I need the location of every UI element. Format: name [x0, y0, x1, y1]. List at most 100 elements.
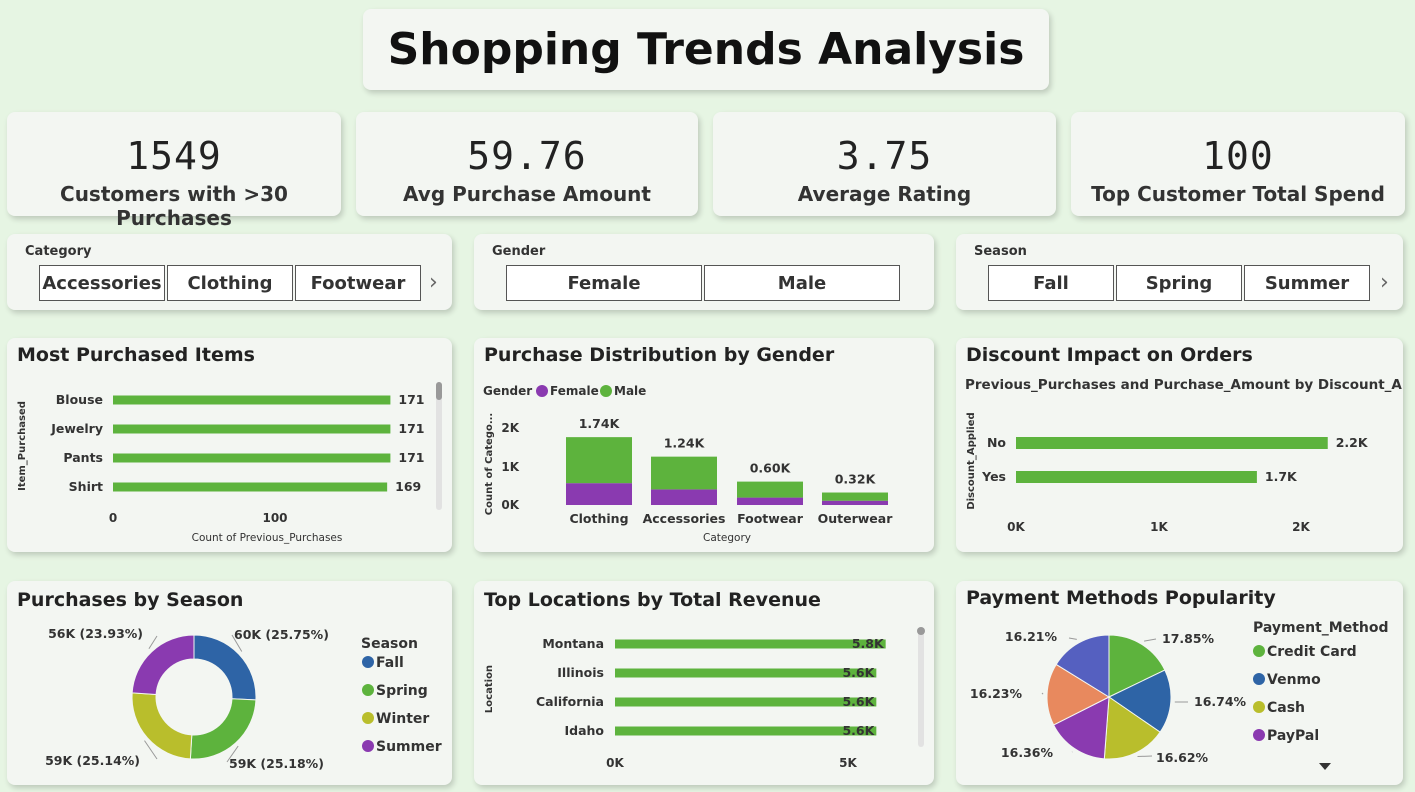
- legend-title: Season: [361, 636, 418, 652]
- kpi-value: 100: [1202, 134, 1274, 178]
- kpi-card-avg-rating[interactable]: 3.75 Average Rating: [713, 112, 1056, 216]
- scrollbar-thumb[interactable]: [436, 382, 442, 400]
- x-tick: 2K: [1292, 520, 1310, 534]
- category-label: Idaho: [564, 723, 604, 738]
- scrollbar-thumb[interactable]: [917, 627, 925, 635]
- slicer-option-accessories[interactable]: Accessories: [39, 265, 165, 301]
- category-label: Shirt: [69, 479, 103, 494]
- most-purchased-visual[interactable]: Most Purchased Items Item_Purchased Blou…: [7, 338, 452, 552]
- legend-dot: [362, 656, 374, 668]
- legend-label: Winter: [376, 711, 429, 727]
- legend-dot: [1253, 673, 1265, 685]
- legend-label: Fall: [376, 655, 404, 671]
- category-label: Montana: [542, 636, 604, 651]
- bar[interactable]: [615, 697, 877, 707]
- leader-line: [1068, 637, 1077, 640]
- leader-line: [1144, 638, 1157, 642]
- category-label: Blouse: [56, 392, 103, 407]
- slicer-title: Gender: [492, 244, 546, 259]
- gender-slicer: Gender Female Male: [474, 234, 934, 310]
- data-label: 5.6K: [842, 665, 875, 680]
- legend-label: Cash: [1267, 700, 1305, 716]
- bar-segment[interactable]: [822, 492, 888, 501]
- y-tick: 1K: [501, 460, 519, 474]
- bar[interactable]: [113, 482, 388, 492]
- y-axis-label: Discount_Applied: [966, 412, 977, 509]
- legend-label: Spring: [376, 683, 428, 699]
- bar[interactable]: [113, 424, 391, 434]
- slice-label: 16.36%: [1001, 745, 1054, 760]
- legend-title: Gender: [483, 384, 532, 398]
- bar[interactable]: [615, 726, 877, 736]
- gender-distribution-visual[interactable]: Purchase Distribution by Gender Gender F…: [474, 338, 934, 552]
- gender-distribution-chart: Gender Female Male Count of Catego... 2K…: [483, 384, 893, 544]
- kpi-card-top-spend[interactable]: 100 Top Customer Total Spend: [1071, 112, 1405, 216]
- discount-impact-chart: Previous_Purchases and Purchase_Amount b…: [965, 377, 1403, 534]
- kpi-label: Average Rating: [797, 182, 972, 206]
- bar[interactable]: [1016, 437, 1328, 449]
- kpi-card-customers[interactable]: 1549 Customers with >30 Purchases: [7, 112, 341, 230]
- slice-label: 16.23%: [970, 686, 1023, 701]
- chevron-right-icon[interactable]: ›: [1380, 270, 1389, 295]
- scrollbar-track[interactable]: [436, 382, 442, 510]
- legend-dot: [362, 684, 374, 696]
- slicer-title: Season: [974, 244, 1027, 259]
- legend-title: Payment_Method: [1253, 620, 1389, 636]
- scrollbar-track[interactable]: [918, 627, 924, 747]
- slicer-option-summer[interactable]: Summer: [1244, 265, 1370, 301]
- kpi-card-avg-purchase[interactable]: 59.76 Avg Purchase Amount: [356, 112, 698, 216]
- season-visual[interactable]: Purchases by Season 60K (25.75%) 59K (25.…: [7, 581, 452, 785]
- x-tick: 0K: [1007, 520, 1025, 534]
- dashboard-title-card: Shopping Trends Analysis: [363, 9, 1049, 90]
- slicer-option-footwear[interactable]: Footwear: [295, 265, 421, 301]
- category-label: Yes: [981, 469, 1006, 484]
- slicer-option-clothing[interactable]: Clothing: [167, 265, 293, 301]
- discount-impact-visual[interactable]: Discount Impact on Orders Previous_Purch…: [956, 338, 1403, 552]
- payment-visual[interactable]: Payment Methods Popularity 17.85% 16.74% 1…: [956, 581, 1403, 785]
- total-label: 1.74K: [579, 416, 621, 431]
- pie-slice[interactable]: [189, 698, 257, 760]
- slice-label: 17.85%: [1162, 631, 1215, 646]
- data-label: 5.8K: [852, 636, 885, 651]
- pie-slice[interactable]: [131, 692, 193, 760]
- legend-dot: [362, 712, 374, 724]
- locations-visual[interactable]: Top Locations by Total Revenue Location …: [474, 581, 934, 785]
- chevron-down-icon[interactable]: [1319, 763, 1331, 770]
- bar-segment[interactable]: [566, 483, 632, 505]
- kpi-value: 59.76: [467, 134, 587, 178]
- bar-segment[interactable]: [822, 500, 888, 505]
- bar[interactable]: [1016, 471, 1257, 483]
- chevron-right-icon[interactable]: ›: [429, 270, 438, 295]
- bar[interactable]: [113, 395, 391, 405]
- slice-label: 59K (25.14%): [45, 753, 140, 768]
- bar-segment[interactable]: [651, 489, 717, 505]
- slicer-option-female[interactable]: Female: [506, 265, 702, 301]
- total-label: 0.60K: [750, 461, 792, 476]
- bar-segment[interactable]: [737, 481, 803, 498]
- x-tick: 1K: [1150, 520, 1168, 534]
- pie-slice[interactable]: [193, 634, 257, 701]
- slicer-option-male[interactable]: Male: [704, 265, 900, 301]
- data-label: 1.7K: [1265, 469, 1298, 484]
- bar[interactable]: [615, 668, 877, 678]
- dashboard-title: Shopping Trends Analysis: [387, 24, 1025, 75]
- y-tick: 0K: [501, 498, 519, 512]
- bar-segment[interactable]: [651, 456, 717, 490]
- most-purchased-chart: Item_Purchased Blouse 171 Jewelry 171 Pants 1…: [17, 382, 442, 544]
- slice-label: 56K (23.93%): [48, 626, 143, 641]
- slice-label: 16.62%: [1156, 750, 1209, 765]
- bar-segment[interactable]: [566, 437, 632, 484]
- bar[interactable]: [615, 639, 886, 649]
- legend-label: Credit Card: [1267, 644, 1357, 660]
- pie-slice[interactable]: [131, 634, 195, 695]
- visual-subtitle: Previous_Purchases and Purchase_Amount b…: [965, 377, 1403, 393]
- data-label: 171: [398, 392, 424, 407]
- slicer-option-spring[interactable]: Spring: [1116, 265, 1242, 301]
- slicer-option-fall[interactable]: Fall: [988, 265, 1114, 301]
- bar-segment[interactable]: [737, 497, 803, 505]
- season-donut-chart: 60K (25.75%) 59K (25.18%) 59K (25.14%) 56K …: [45, 626, 442, 771]
- legend-dot: [362, 740, 374, 752]
- leader-line: [1041, 692, 1044, 695]
- bar[interactable]: [113, 453, 391, 463]
- category-label: Clothing: [569, 511, 628, 526]
